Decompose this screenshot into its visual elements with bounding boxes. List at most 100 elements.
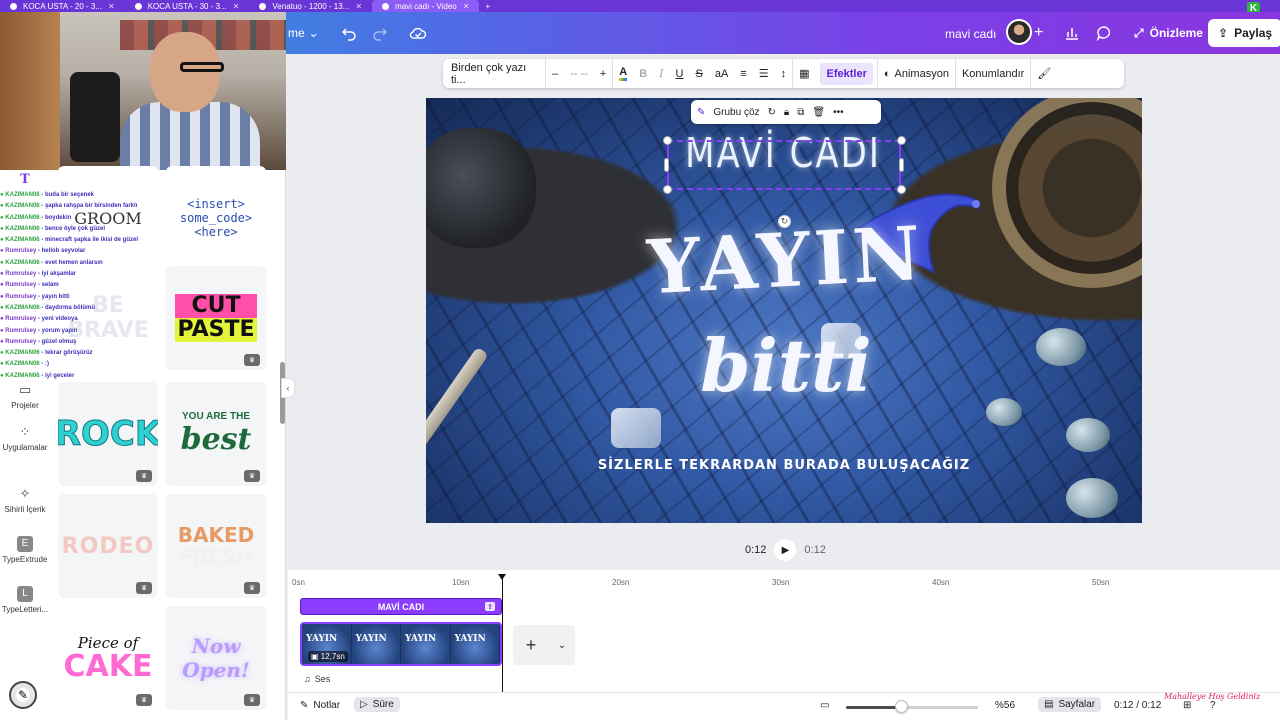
template-tile-cut-paste[interactable]: CUT PASTE ♛ xyxy=(166,266,266,370)
template-tile-insert-code[interactable]: <insert> some_code> <here> xyxy=(166,166,266,270)
share-button[interactable]: ⇪ Paylaş xyxy=(1208,19,1280,47)
letter-case-button[interactable]: aA xyxy=(709,59,734,88)
play-button[interactable]: ▶ xyxy=(774,539,797,561)
new-tab-icon[interactable]: + xyxy=(485,2,490,11)
play-box-icon: ▷ xyxy=(360,699,368,710)
close-icon[interactable]: ✕ xyxy=(108,2,115,11)
add-page-options-button[interactable]: ⌄ xyxy=(549,625,575,665)
resize-handle-bottom-right[interactable] xyxy=(897,185,906,194)
playhead[interactable] xyxy=(498,574,506,692)
rotate-handle-icon[interactable]: ↻ xyxy=(778,215,791,228)
menu-dropdown[interactable]: me ⌄ xyxy=(288,26,319,40)
template-tile-rodeo[interactable]: RODEO ♛ xyxy=(58,494,158,598)
template-tile-baked-fresh[interactable]: BAKED FRESH ♛ xyxy=(166,494,266,598)
lock-icon[interactable]: 🔒︎ xyxy=(784,107,789,118)
rotate-icon[interactable]: ↻ xyxy=(768,107,776,118)
zoom-slider[interactable] xyxy=(846,706,978,709)
template-tile-now-open[interactable]: Now Open! ♛ xyxy=(166,606,266,710)
magic-edit-icon[interactable]: ✎ xyxy=(697,107,705,118)
collapse-panel-button[interactable]: ‹ xyxy=(281,378,295,398)
rail-item-apps[interactable]: ⁘ Uygulamalar xyxy=(0,424,50,452)
stream-watermark: Mahalleye Hoş Geldiniz xyxy=(1164,692,1261,701)
transparency-icon[interactable]: ▦ xyxy=(792,59,815,88)
template-tile-rock[interactable]: ROCK ♛ xyxy=(58,382,158,486)
resize-handle-top-right[interactable] xyxy=(897,136,906,145)
duration-button[interactable]: ▷ Süre xyxy=(354,697,400,712)
zoom-slider-handle[interactable] xyxy=(895,700,909,713)
browser-tab-1[interactable]: KOCA USTA - 20 - 3... ✕ xyxy=(0,0,125,12)
resize-handle-right[interactable] xyxy=(899,158,904,172)
rail-item-typeextrude[interactable]: E TypeExtrude xyxy=(0,536,50,564)
align-center-icon[interactable]: ≡ xyxy=(734,59,752,88)
canvas-hand-image xyxy=(426,128,536,248)
cloud-sync-icon[interactable] xyxy=(409,24,427,42)
strikethrough-button[interactable]: S xyxy=(690,59,709,88)
more-options-icon[interactable]: ••• xyxy=(833,107,844,118)
undo-icon[interactable] xyxy=(340,24,358,42)
rail-item-text[interactable]: T xyxy=(0,172,50,191)
help-icon[interactable]: ? xyxy=(1210,700,1216,711)
canvas-subtitle-text[interactable]: SİZLERLE TEKRARDAN BURADA BULUŞACAĞIZ xyxy=(586,458,982,473)
font-family-dropdown[interactable]: Birden çok yazı ti... xyxy=(443,59,545,88)
underline-button[interactable]: U xyxy=(670,59,690,88)
italic-button[interactable]: I xyxy=(653,59,669,88)
left-rail: T ▭ Projeler ⁘ Uygulamalar ✧ Sihirli İçerik… xyxy=(0,170,50,720)
playback-controls: 0:12 ▶ 0:12 xyxy=(745,539,826,561)
webcam-background-wood xyxy=(0,12,60,170)
rail-item-typelettering[interactable]: L TypeLetteri... xyxy=(0,586,50,614)
grid-view-icon[interactable]: ⊞ xyxy=(1183,700,1191,711)
browser-tab-strip: KOCA USTA - 20 - 3... ✕ KOCA USTA - 30 - … xyxy=(0,0,1280,12)
rail-item-projects[interactable]: ▭ Projeler xyxy=(0,382,50,410)
template-tile-groom[interactable]: GROOM xyxy=(58,166,158,270)
text-color-button[interactable]: A xyxy=(612,59,633,88)
add-page-button[interactable]: + xyxy=(513,625,549,665)
browser-tab-2[interactable]: KOCA USTA - 30 - 3... ✕ xyxy=(125,0,250,12)
pages-button[interactable]: ▤ Sayfalar xyxy=(1038,697,1102,712)
grammarly-logo-icon[interactable]: ✎ xyxy=(9,681,37,709)
timeline-ruler[interactable]: 0sn 10sn 20sn 30sn 40sn 50sn xyxy=(288,576,1280,590)
paint-format-icon[interactable]: 🖌 xyxy=(1030,59,1057,88)
redo-icon[interactable] xyxy=(371,24,389,42)
template-tile-best[interactable]: YOU ARE THE best ♛ xyxy=(166,382,266,486)
resize-handle-bottom-left[interactable] xyxy=(663,185,672,194)
browser-tab-4[interactable]: mavi cadı - Video ✕ xyxy=(372,0,480,12)
notes-button[interactable]: ✎ Notlar xyxy=(300,700,340,711)
fit-page-icon[interactable]: ▭ xyxy=(820,700,829,711)
zoom-value[interactable]: %56 xyxy=(995,700,1015,711)
rail-item-magic[interactable]: ✧ Sihirli İçerik xyxy=(0,486,50,514)
insights-chart-icon[interactable] xyxy=(1063,24,1081,42)
total-time: 0:12 xyxy=(804,544,826,556)
font-size-decrease[interactable]: – xyxy=(545,59,564,88)
template-tile-brave[interactable]: BE BRAVE xyxy=(58,266,158,370)
font-size-input[interactable]: -- -- xyxy=(564,59,594,88)
close-icon[interactable]: ✕ xyxy=(463,2,470,11)
trash-icon[interactable]: 🗑︎ xyxy=(812,107,825,118)
resize-handle-top-left[interactable] xyxy=(663,136,672,145)
close-icon[interactable]: ✕ xyxy=(233,2,240,11)
animation-button[interactable]: ◐ Animasyon xyxy=(876,59,955,88)
spacing-icon[interactable]: ↕ xyxy=(775,59,793,88)
audio-track-button[interactable]: ♫ Ses xyxy=(304,674,330,684)
resize-handle-left[interactable] xyxy=(664,158,669,172)
video-track-clip[interactable]: ▣ 12,7sn xyxy=(300,622,502,666)
comment-icon[interactable] xyxy=(1095,24,1113,42)
font-size-increase[interactable]: + xyxy=(594,59,612,88)
position-button[interactable]: Konumlandır xyxy=(954,59,1030,88)
list-icon[interactable]: ☰ xyxy=(753,59,775,88)
canvas-script-text[interactable]: bitti xyxy=(686,323,886,408)
design-canvas[interactable]: MAVİ CADI YAYIN bitti SİZLERLE TEKRARDAN… xyxy=(426,98,1142,523)
close-icon[interactable]: ✕ xyxy=(355,2,362,11)
template-tile-piece-of-cake[interactable]: Piece of CAKE ♛ xyxy=(58,606,158,710)
avatar[interactable] xyxy=(1006,19,1032,45)
effects-button[interactable]: Efektler xyxy=(819,62,873,85)
browser-tab-3[interactable]: Venatuo - 1200 - 13... ✕ xyxy=(249,0,372,12)
text-track-clip[interactable]: MAVİ CADI ⇪ xyxy=(300,598,502,615)
add-collaborator-icon[interactable]: + xyxy=(1034,24,1043,42)
ungroup-button[interactable]: Grubu çöz xyxy=(713,107,759,118)
tab-favicon xyxy=(259,2,267,10)
preview-button[interactable]: ⤢ Önizleme xyxy=(1124,19,1213,47)
ruler-tick-label: 0sn xyxy=(292,578,305,587)
duplicate-icon[interactable]: ⧉ xyxy=(797,107,804,118)
design-title[interactable]: mavi cadı xyxy=(945,27,996,41)
bold-button[interactable]: B xyxy=(633,59,653,88)
